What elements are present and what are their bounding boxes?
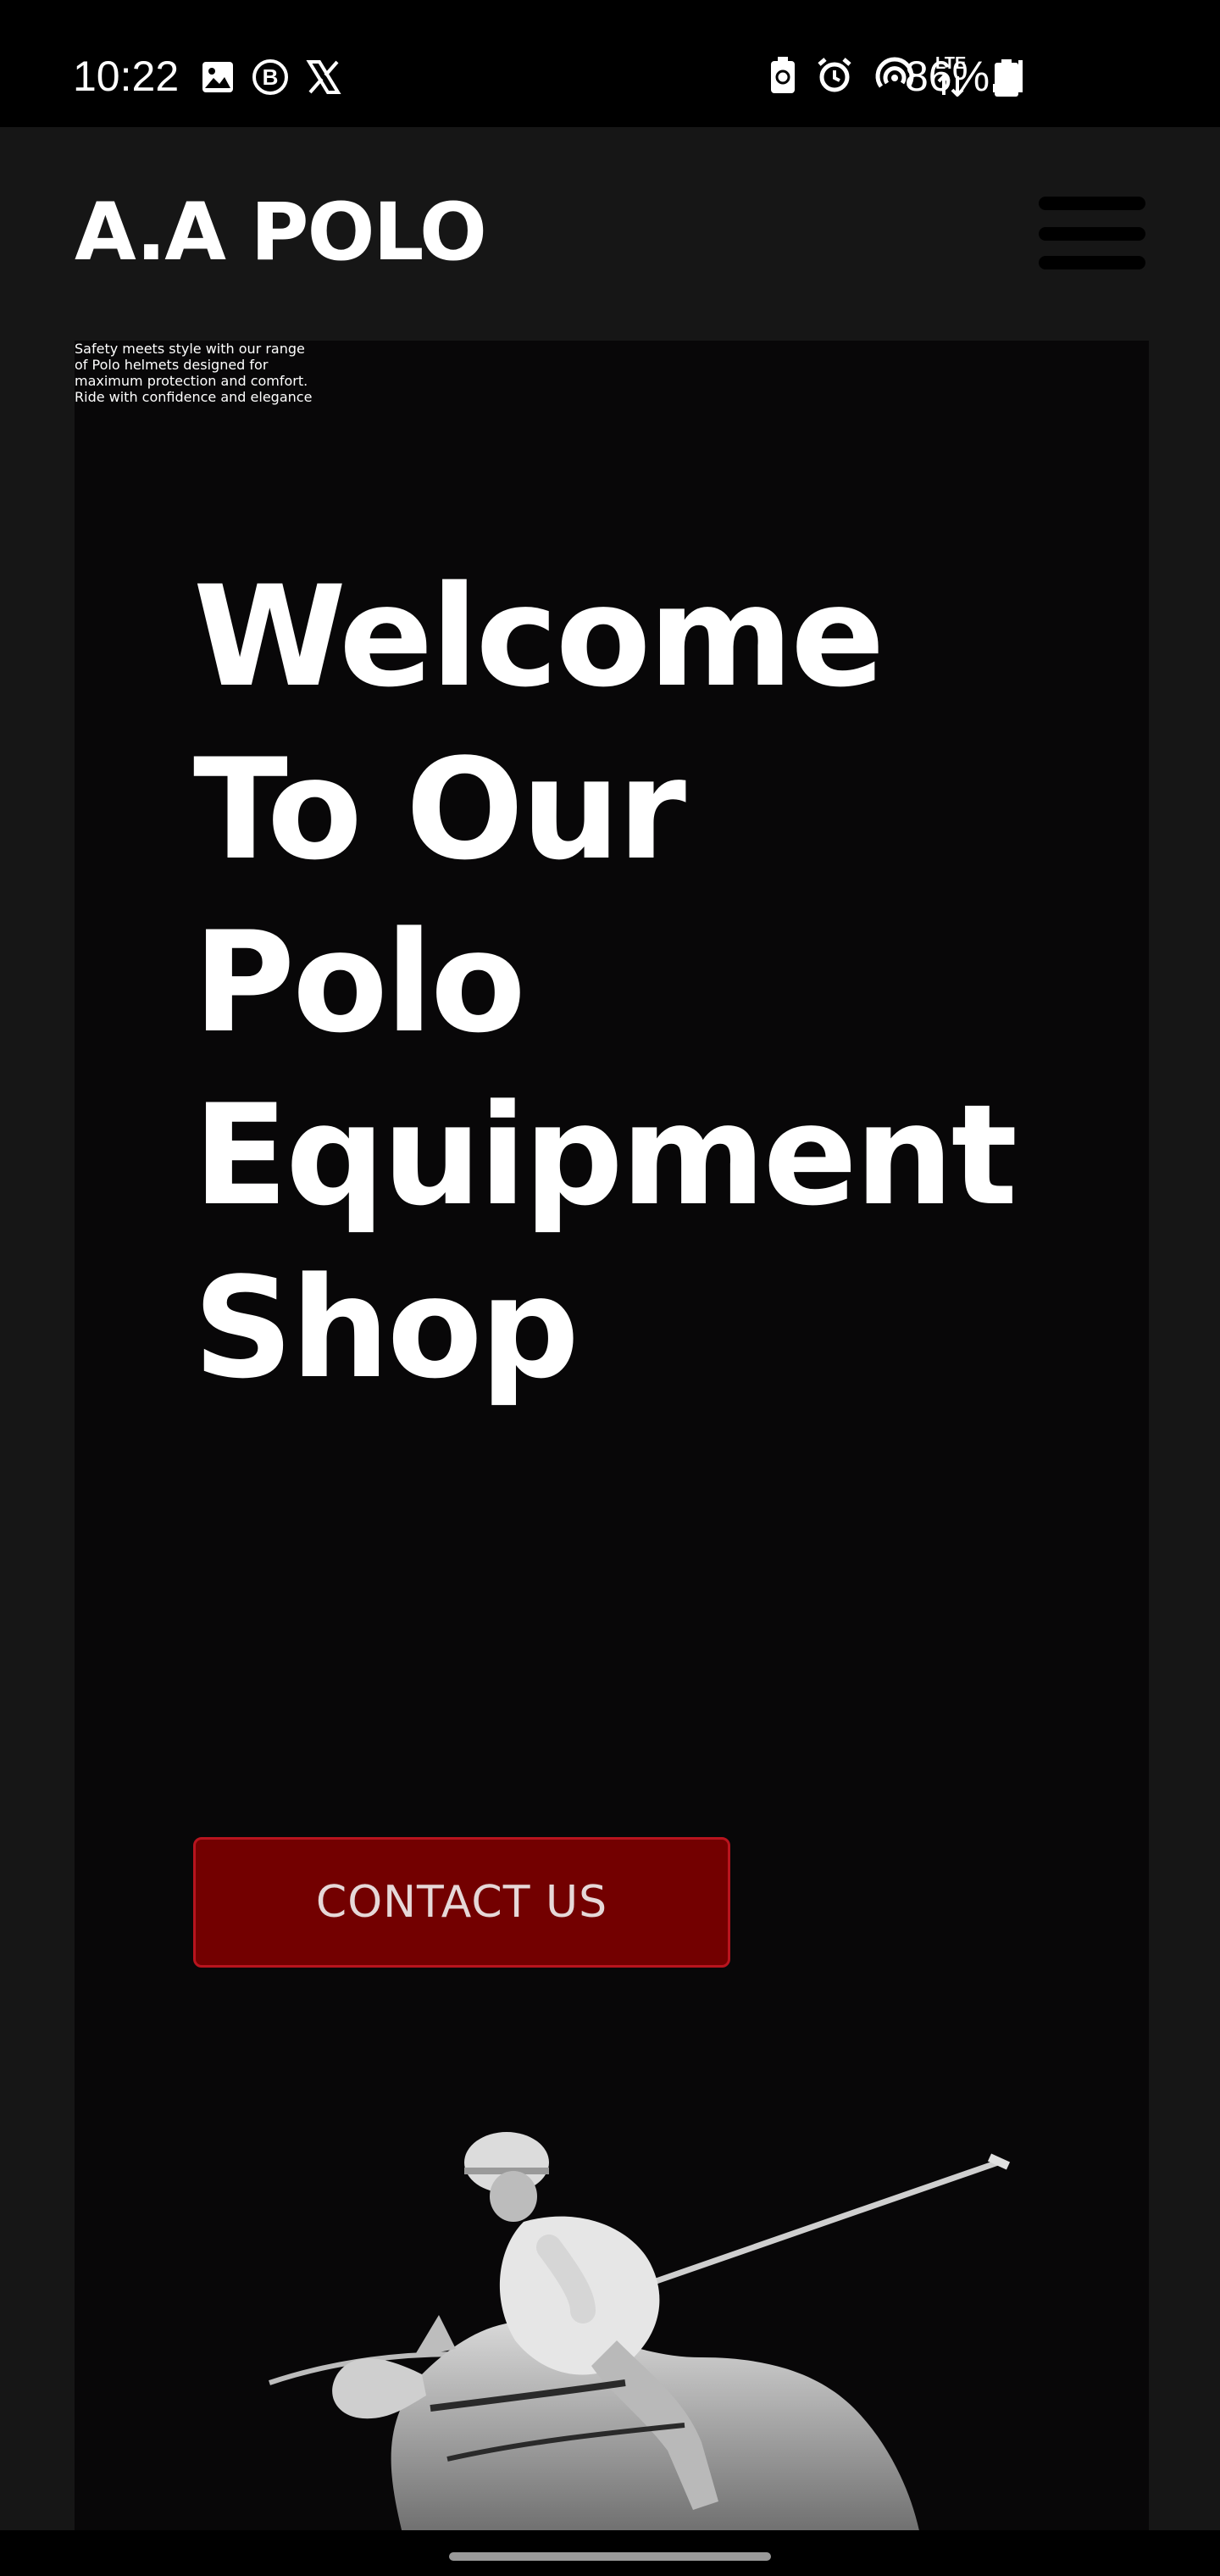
hero-text-line: of Polo helmets designed for bbox=[75, 357, 269, 373]
hero-text-line: Safety meets style with our range bbox=[75, 341, 305, 357]
battery-icon bbox=[995, 59, 1018, 97]
contact-us-button[interactable]: CONTACT US bbox=[193, 1837, 730, 1968]
hero-title-line: Welcome bbox=[193, 556, 885, 718]
alarm-icon bbox=[818, 58, 851, 92]
x-logo-icon bbox=[306, 60, 341, 94]
home-gesture-handle[interactable] bbox=[449, 2552, 771, 2561]
recycle-battery-icon bbox=[771, 57, 795, 93]
hero-title: Welcome To Our Polo Equipment Shop bbox=[193, 551, 1108, 1415]
hero-text-line: maximum protection and comfort. bbox=[75, 373, 308, 389]
system-navigation-bar bbox=[0, 2530, 1220, 2576]
status-time: 10:22 bbox=[73, 53, 180, 100]
b-circle-icon: B bbox=[252, 59, 288, 95]
hero-title-line: Equipment bbox=[193, 1074, 1018, 1236]
svg-text:B: B bbox=[263, 64, 279, 90]
hero-text-line: Ride with confidence and elegance bbox=[75, 389, 313, 405]
status-bar: 10:22 B LTE 86% bbox=[0, 0, 1220, 127]
hero-title-line: Shop bbox=[193, 1247, 580, 1409]
hero-title-line: To Our bbox=[193, 729, 686, 891]
polo-player-on-horse-image bbox=[269, 2132, 1011, 2530]
image-icon bbox=[202, 62, 233, 92]
hamburger-menu-icon[interactable] bbox=[1039, 195, 1145, 271]
battery-percent: 86% bbox=[905, 53, 990, 100]
site-logo[interactable]: A.A POLO bbox=[75, 186, 487, 280]
site-header: A.A POLO bbox=[0, 127, 1220, 341]
notification-icons: B bbox=[200, 58, 342, 97]
hero-section: Welcome To Our Polo Equipment Shop Safet… bbox=[75, 341, 1149, 2530]
hero-title-line: Polo bbox=[193, 902, 526, 1063]
